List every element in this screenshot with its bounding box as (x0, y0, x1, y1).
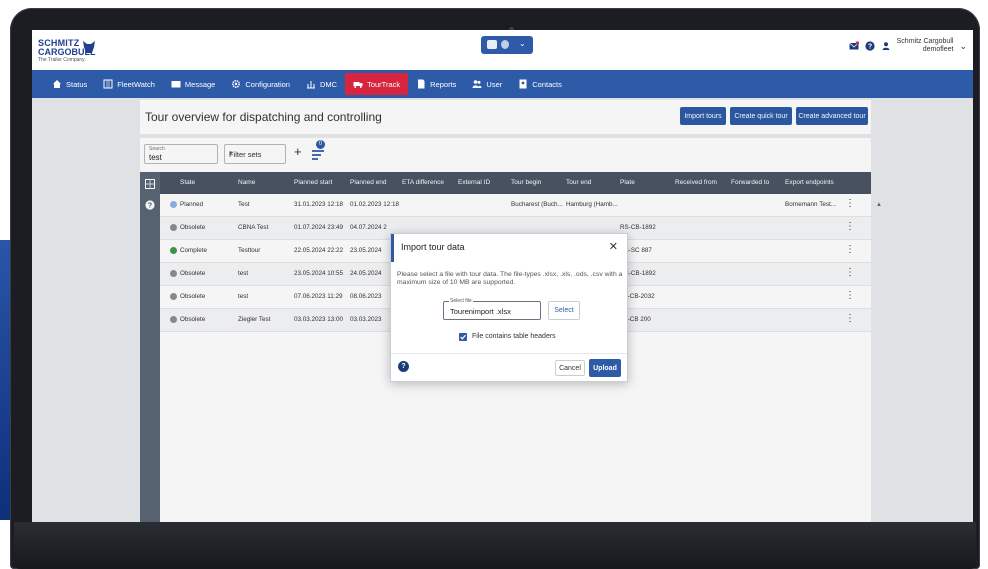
upload-button[interactable]: Upload (589, 359, 621, 377)
user-name[interactable]: Schmitz Cargobull demofleet (897, 38, 954, 54)
app-screen: SCHMITZ CARGOBULL The Trailer Company. ⌄… (32, 30, 973, 522)
app-header: SCHMITZ CARGOBULL The Trailer Company. ⌄… (32, 30, 973, 71)
nav-user[interactable]: User (464, 70, 510, 98)
chevron-down-icon: ⌄ (519, 39, 526, 48)
nav-label: Contacts (532, 79, 562, 89)
nav-label: Status (66, 79, 88, 89)
contacts-icon (519, 79, 527, 89)
nav-label: TourTrack (367, 79, 401, 89)
nav-label: Message (184, 79, 216, 89)
nav-reports[interactable]: Reports (408, 70, 464, 98)
dialog-header: Import tour data ✕ (391, 234, 627, 262)
map-icon (103, 79, 113, 89)
laptop-bottom-bezel (14, 522, 976, 569)
header-right: ? Schmitz Cargobull demofleet ⌄ (848, 38, 967, 54)
dialog-footer: ? Cancel Upload (391, 353, 627, 382)
dialog-title: Import tour data (401, 242, 465, 252)
user-icon[interactable] (881, 41, 891, 51)
mobile-view-icon (501, 40, 509, 49)
import-tour-dialog: Import tour data ✕ Please select a file … (390, 233, 628, 382)
cancel-button[interactable]: Cancel (555, 360, 585, 376)
help-icon[interactable]: ? (398, 361, 409, 372)
nav-label: DMC (319, 79, 338, 89)
nav-label: User (486, 79, 503, 89)
nav-label: Reports (430, 79, 457, 89)
users-icon (472, 80, 482, 88)
nav-message[interactable]: Message (163, 70, 223, 98)
nav-tourtrack[interactable]: TourTrack (345, 73, 409, 95)
nav-label: FleetWatch (117, 79, 155, 89)
user-company: Schmitz Cargobull (896, 38, 954, 45)
select-file-button[interactable]: Select (548, 301, 580, 320)
nav-label: Configuration (245, 79, 290, 89)
select-file-field[interactable]: Select file Tourenimport .xlsx (443, 298, 541, 320)
report-icon (418, 79, 425, 89)
bull-logo-icon (83, 41, 95, 53)
table-headers-label[interactable]: File contains table headers (472, 333, 556, 340)
view-toggle[interactable]: ⌄ (481, 36, 533, 54)
nav-dmc[interactable]: DMC (298, 70, 345, 98)
nav-status[interactable]: Status (44, 70, 95, 98)
truck-icon (353, 82, 363, 88)
mail-icon[interactable] (848, 41, 859, 51)
home-icon (53, 80, 61, 88)
selected-file-name: Tourenimport .xlsx (450, 307, 511, 316)
gear-icon (232, 79, 241, 89)
close-icon[interactable]: ✕ (609, 240, 618, 253)
nav-fleetwatch[interactable]: FleetWatch (95, 70, 163, 98)
nav-configuration[interactable]: Configuration (223, 70, 298, 98)
brand-tagline: The Trailer Company. (38, 57, 86, 63)
user-menu-chevron-icon[interactable]: ⌄ (959, 41, 967, 52)
desk-edge (0, 240, 10, 520)
dialog-description: Please select a file with tour data. The… (397, 271, 623, 286)
dmc-icon (306, 81, 315, 89)
desktop-view-icon (487, 40, 497, 49)
message-icon (171, 81, 181, 88)
nav-contacts[interactable]: Contacts (510, 70, 570, 98)
svg-text:?: ? (868, 44, 872, 51)
table-headers-checkbox[interactable] (459, 333, 467, 341)
user-account: demofleet (922, 46, 954, 53)
help-icon[interactable]: ? (865, 41, 875, 51)
select-file-label: Select file (449, 298, 473, 304)
main-nav: Status FleetWatch Message Configuration … (32, 70, 973, 98)
